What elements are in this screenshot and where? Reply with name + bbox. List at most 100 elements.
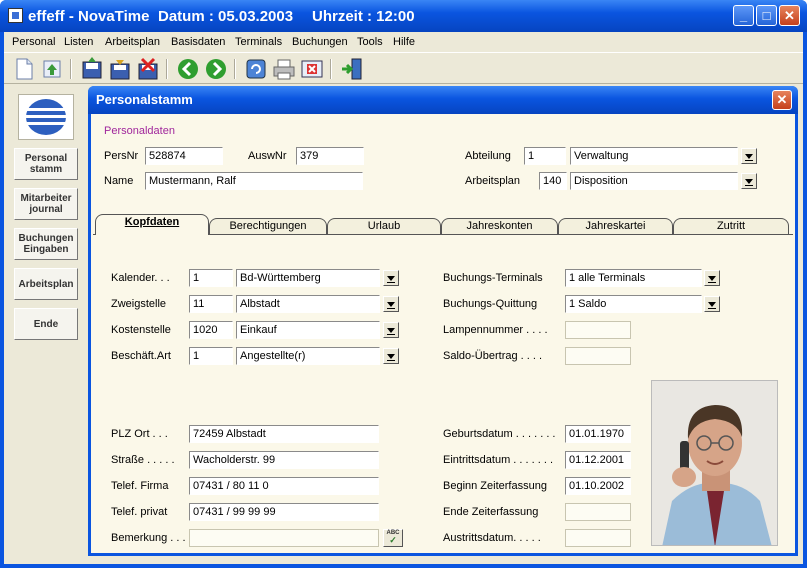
arbeitsplan-select[interactable]: Disposition: [570, 172, 738, 190]
tab-jahreskartei[interactable]: Jahreskartei: [558, 218, 673, 234]
name-field[interactable]: Mustermann, Ralf: [145, 172, 363, 190]
kostenstelle-select[interactable]: Einkauf: [236, 321, 380, 339]
geburtsdatum-field[interactable]: 01.01.1970: [565, 425, 631, 443]
main-window: effeff - NovaTime Datum : 05.03.2003 Uhr…: [0, 0, 807, 568]
current-date: Datum : 05.03.2003: [158, 8, 294, 25]
ende-zeiterfassung-field[interactable]: [565, 503, 631, 521]
buchungs-terminals-select[interactable]: 1 alle Terminals: [565, 269, 702, 287]
sidebar-mitarbeiterjournal-button[interactable]: Mitarbeiter journal: [14, 188, 78, 220]
arbeitsplan-number-field[interactable]: 140: [539, 172, 567, 190]
menu-arbeitsplan[interactable]: Arbeitsplan: [105, 36, 160, 48]
buchungs-terminals-label: Buchungs-Terminals: [443, 272, 543, 284]
zweigstelle-number-field[interactable]: 11: [189, 295, 233, 313]
persnr-label: PersNr: [104, 150, 139, 162]
print-icon[interactable]: [272, 57, 296, 81]
menu-terminals[interactable]: Terminals: [235, 36, 282, 48]
ende-zeiterfassung-label: Ende Zeiterfassung: [443, 506, 539, 518]
name-label: Name: [104, 175, 134, 187]
menu-buchungen[interactable]: Buchungen: [292, 36, 348, 48]
tab-berechtigungen[interactable]: Berechtigungen: [209, 218, 327, 234]
lampennummer-field[interactable]: [565, 321, 631, 339]
bemerkung-field[interactable]: [189, 529, 379, 547]
kalender-number-field[interactable]: 1: [189, 269, 233, 287]
zweigstelle-select[interactable]: Albstadt: [236, 295, 380, 313]
telefon-firma-label: Telef. Firma: [111, 480, 169, 492]
persnr-field[interactable]: 528874: [145, 147, 223, 165]
kalender-select[interactable]: Bd-Württemberg: [236, 269, 380, 287]
menu-basisdaten[interactable]: Basisdaten: [171, 36, 225, 48]
personalstamm-dialog: Personalstamm ✕ Personaldaten PersNr 528…: [88, 86, 798, 556]
sidebar-ende-button[interactable]: Ende: [14, 308, 78, 340]
save-icon[interactable]: [80, 57, 104, 81]
app-icon[interactable]: [8, 8, 23, 23]
sidebar-buchungen-button[interactable]: Buchungen Eingaben: [14, 228, 78, 260]
auswnr-field[interactable]: 379: [296, 147, 364, 165]
sidebar: Personal stamm Mitarbeiter journal Buchung…: [10, 86, 82, 560]
forward-icon[interactable]: [204, 57, 228, 81]
dialog-close-button[interactable]: ✕: [772, 90, 792, 110]
maximize-button[interactable]: □: [756, 5, 777, 26]
buchungs-terminals-dropdown-icon[interactable]: [704, 270, 720, 286]
telefon-privat-field[interactable]: 07431 / 99 99 99: [189, 503, 379, 521]
section-personaldaten: Personaldaten: [104, 125, 175, 137]
menu-listen[interactable]: Listen: [64, 36, 93, 48]
title-bar: effeff - NovaTime Datum : 05.03.2003 Uhr…: [0, 0, 807, 32]
eintrittsdatum-label: Eintrittsdatum . . . . . . .: [443, 454, 554, 466]
client-area: Personal Listen Arbeitsplan Basisdaten T…: [4, 32, 803, 564]
menu-tools[interactable]: Tools: [357, 36, 383, 48]
austrittsdatum-label: Austrittsdatum. . . . .: [443, 532, 541, 544]
arbeitsplan-label: Arbeitsplan: [465, 175, 521, 187]
abteilung-select[interactable]: Verwaltung: [570, 147, 738, 165]
abteilung-number-field[interactable]: 1: [524, 147, 566, 165]
kalender-dropdown-icon[interactable]: [383, 270, 399, 286]
tab-jahreskonten[interactable]: Jahreskonten: [441, 218, 558, 234]
plz-ort-field[interactable]: 72459 Albstadt: [189, 425, 379, 443]
buchungs-quittung-select[interactable]: 1 Saldo: [565, 295, 702, 313]
abteilung-dropdown-icon[interactable]: [741, 148, 757, 164]
zweigstelle-dropdown-icon[interactable]: [383, 296, 399, 312]
tab-urlaub[interactable]: Urlaub: [327, 218, 441, 234]
back-icon[interactable]: [176, 57, 200, 81]
kostenstelle-label: Kostenstelle: [111, 324, 171, 336]
telefon-firma-field[interactable]: 07431 / 80 11 0: [189, 477, 379, 495]
menu-hilfe[interactable]: Hilfe: [393, 36, 415, 48]
plz-ort-label: PLZ Ort . . .: [111, 428, 168, 440]
telefon-privat-label: Telef. privat: [111, 506, 168, 518]
upload-icon[interactable]: [40, 57, 64, 81]
tab-zutritt[interactable]: Zutritt: [673, 218, 789, 234]
exit-icon[interactable]: [340, 57, 364, 81]
strasse-field[interactable]: Wacholderstr. 99: [189, 451, 379, 469]
auswnr-label: AuswNr: [248, 150, 287, 162]
dialog-title: Personalstamm: [88, 86, 798, 114]
close-button[interactable]: ✕: [779, 5, 800, 26]
saldo-uebertrag-field[interactable]: [565, 347, 631, 365]
delete-icon[interactable]: [136, 57, 160, 81]
eintrittsdatum-field[interactable]: 01.12.2001: [565, 451, 631, 469]
refresh-icon[interactable]: [244, 57, 268, 81]
close-record-icon[interactable]: [300, 57, 324, 81]
new-document-icon[interactable]: [12, 57, 36, 81]
spellcheck-icon[interactable]: ABC ✓: [383, 529, 403, 547]
abteilung-label: Abteilung: [465, 150, 511, 162]
kalender-label: Kalender. . .: [111, 272, 170, 284]
beschaeftigungsart-number-field[interactable]: 1: [189, 347, 233, 365]
strasse-label: Straße . . . . .: [111, 454, 175, 466]
kostenstelle-number-field[interactable]: 1020: [189, 321, 233, 339]
beschaeftigungsart-dropdown-icon[interactable]: [383, 348, 399, 364]
austrittsdatum-field[interactable]: [565, 529, 631, 547]
beginn-zeiterfassung-field[interactable]: 01.10.2002: [565, 477, 631, 495]
buchungs-quittung-label: Buchungs-Quittung: [443, 298, 538, 310]
company-logo: [18, 94, 74, 140]
sidebar-personalstamm-button[interactable]: Personal stamm: [14, 148, 78, 180]
buchungs-quittung-dropdown-icon[interactable]: [704, 296, 720, 312]
beschaeftigungsart-select[interactable]: Angestellte(r): [236, 347, 380, 365]
kostenstelle-dropdown-icon[interactable]: [383, 322, 399, 338]
arbeitsplan-dropdown-icon[interactable]: [741, 173, 757, 189]
lampennummer-label: Lampennummer . . . .: [443, 324, 548, 336]
minimize-button[interactable]: _: [733, 5, 754, 26]
menu-personal[interactable]: Personal: [12, 36, 55, 48]
sidebar-arbeitsplan-button[interactable]: Arbeitsplan: [14, 268, 78, 300]
save-all-icon[interactable]: [108, 57, 132, 81]
tab-kopfdaten[interactable]: Kopfdaten: [95, 214, 209, 235]
app-title: effeff - NovaTime: [28, 8, 150, 25]
